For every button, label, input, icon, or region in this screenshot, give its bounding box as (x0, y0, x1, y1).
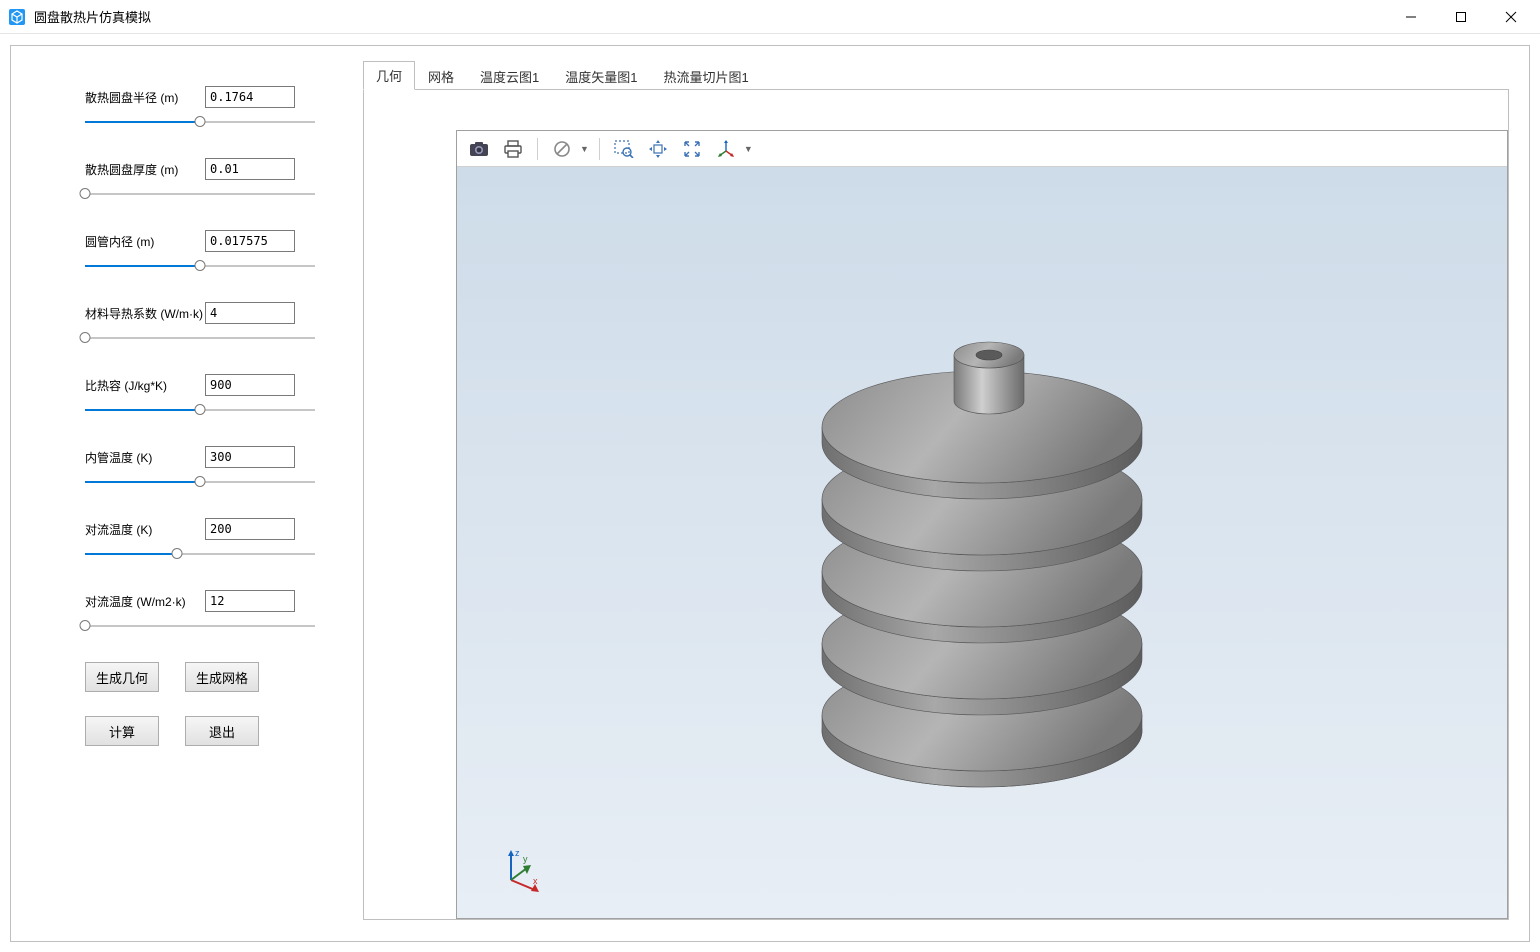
tab-bar: 几何网格温度云图1温度矢量图1热流量切片图1 (363, 62, 1509, 90)
dropdown-caret-icon[interactable]: ▼ (580, 144, 589, 154)
param-slider[interactable] (85, 546, 315, 562)
svg-text:z: z (515, 848, 520, 858)
param-slider[interactable] (85, 474, 315, 490)
param-input[interactable] (205, 374, 295, 396)
param-slider[interactable] (85, 114, 315, 130)
param-label: 散热圆盘半径 (m) (85, 89, 197, 106)
parameter-panel: 散热圆盘半径 (m) 散热圆盘厚度 (m) 圆管内径 (m) 材料导热系数 (85, 86, 315, 746)
param-label: 内管温度 (K) (85, 449, 197, 466)
print-icon[interactable] (499, 135, 527, 163)
viewport-toolbar: ▼ (457, 131, 1507, 167)
app-icon (8, 8, 26, 26)
param-input[interactable] (205, 230, 295, 252)
param-group: 散热圆盘半径 (m) (85, 86, 315, 130)
pan-icon[interactable] (644, 135, 672, 163)
fit-view-icon[interactable] (678, 135, 706, 163)
axis-view-icon[interactable] (712, 135, 740, 163)
tab-温度云图1[interactable]: 温度云图1 (467, 62, 552, 90)
3d-viewport[interactable]: z x y (457, 167, 1507, 918)
generate-geometry-button[interactable]: 生成几何 (85, 662, 159, 692)
param-label: 材料导热系数 (W/m·k) (85, 305, 197, 322)
param-group: 比热容 (J/kg*K) (85, 374, 315, 418)
close-button[interactable] (1486, 1, 1536, 33)
param-group: 散热圆盘厚度 (m) (85, 158, 315, 202)
param-input[interactable] (205, 86, 295, 108)
tab-content: ▼ (363, 89, 1509, 920)
dropdown-caret-icon[interactable]: ▼ (744, 144, 753, 154)
tab-网格[interactable]: 网格 (415, 62, 467, 90)
tab-热流量切片图1[interactable]: 热流量切片图1 (651, 62, 762, 90)
param-group: 对流温度 (K) (85, 518, 315, 562)
param-label: 圆管内径 (m) (85, 233, 197, 250)
param-slider[interactable] (85, 618, 315, 634)
svg-text:x: x (533, 876, 538, 886)
window-title: 圆盘散热片仿真模拟 (34, 7, 1386, 26)
titlebar: 圆盘散热片仿真模拟 (0, 0, 1540, 34)
param-label: 比热容 (J/kg*K) (85, 377, 197, 394)
zoom-select-icon[interactable] (610, 135, 638, 163)
param-group: 圆管内径 (m) (85, 230, 315, 274)
param-input[interactable] (205, 518, 295, 540)
param-slider[interactable] (85, 402, 315, 418)
svg-text:y: y (523, 854, 528, 864)
app-frame: 散热圆盘半径 (m) 散热圆盘厚度 (m) 圆管内径 (m) 材料导热系数 (10, 45, 1530, 942)
param-input[interactable] (205, 158, 295, 180)
param-input[interactable] (205, 446, 295, 468)
param-slider[interactable] (85, 186, 315, 202)
screenshot-icon[interactable] (465, 135, 493, 163)
param-label: 散热圆盘厚度 (m) (85, 161, 197, 178)
exit-button[interactable]: 退出 (185, 716, 259, 746)
tab-温度矢量图1[interactable]: 温度矢量图1 (552, 62, 650, 90)
toolbar-separator (537, 138, 538, 160)
minimize-button[interactable] (1386, 1, 1436, 33)
param-input[interactable] (205, 302, 295, 324)
axis-gizmo: z x y (497, 848, 541, 892)
generate-mesh-button[interactable]: 生成网格 (185, 662, 259, 692)
param-input[interactable] (205, 590, 295, 612)
param-group: 内管温度 (K) (85, 446, 315, 490)
param-group: 对流温度 (W/m2·k) (85, 590, 315, 634)
param-label: 对流温度 (W/m2·k) (85, 593, 197, 610)
param-slider[interactable] (85, 330, 315, 346)
toolbar-separator (599, 138, 600, 160)
param-slider[interactable] (85, 258, 315, 274)
no-entry-icon[interactable] (548, 135, 576, 163)
tab-几何[interactable]: 几何 (363, 61, 415, 90)
compute-button[interactable]: 计算 (85, 716, 159, 746)
param-label: 对流温度 (K) (85, 521, 197, 538)
viewport-container: ▼ (456, 130, 1508, 919)
maximize-button[interactable] (1436, 1, 1486, 33)
main-area: 几何网格温度云图1温度矢量图1热流量切片图1 ▼ (363, 62, 1509, 921)
param-group: 材料导热系数 (W/m·k) (85, 302, 315, 346)
geometry-model (702, 283, 1262, 803)
